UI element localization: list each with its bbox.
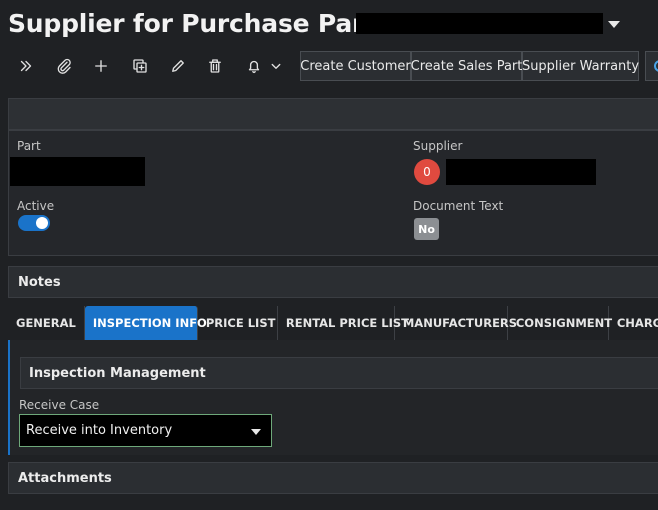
tab-general[interactable]: GENERAL (8, 306, 85, 340)
tab-rental-price-list[interactable]: RENTAL PRICE LIST (278, 306, 409, 340)
active-toggle[interactable] (18, 215, 50, 231)
link-icon (654, 60, 658, 72)
record-selector-chevron-down-icon[interactable] (608, 21, 620, 28)
tab-inspection-info[interactable]: INSPECTION INFO (84, 306, 207, 340)
part-value-redacted (10, 157, 145, 186)
inspection-management-title: Inspection Management (29, 365, 206, 381)
receive-case-label: Receive Case (19, 398, 100, 412)
chevron-down-icon (251, 429, 261, 435)
inspection-management-header[interactable]: Inspection Management (20, 357, 658, 389)
trash-icon[interactable] (203, 54, 227, 78)
supplier-warranty-button[interactable]: Supplier Warranty (522, 51, 639, 81)
overflow-button[interactable] (645, 51, 658, 81)
form-header-bar (8, 98, 658, 130)
notes-title: Notes (18, 274, 61, 290)
record-identifier-redacted (356, 13, 603, 34)
tab-charges[interactable]: CHARG (609, 306, 658, 340)
receive-case-value: Receive into Inventory (26, 423, 173, 438)
tab-price-list[interactable]: PRICE LIST (198, 306, 278, 340)
part-label: Part (17, 139, 41, 153)
pencil-icon[interactable] (166, 54, 190, 78)
notes-section-header[interactable]: Notes (8, 266, 658, 298)
chevron-down-icon[interactable] (264, 54, 288, 78)
receive-case-select[interactable]: Receive into Inventory (19, 414, 272, 447)
create-customer-button[interactable]: Create Customer (300, 51, 411, 81)
tab-bar: GENERAL INSPECTION INFO PRICE LIST RENTA… (8, 306, 658, 340)
document-text-value: No (414, 218, 439, 240)
supplier-badge[interactable]: 0 (414, 159, 440, 185)
duplicate-icon[interactable] (128, 54, 152, 78)
attachments-section-header[interactable]: Attachments (8, 462, 658, 494)
tab-manufacturers[interactable]: MANUFACTURERS (395, 306, 517, 340)
paperclip-icon[interactable] (52, 54, 76, 78)
main-form-panel (8, 130, 658, 256)
document-text-label: Document Text (413, 199, 504, 213)
page-title: Supplier for Purchase Part (8, 8, 376, 38)
page-header: Supplier for Purchase Part (8, 6, 376, 40)
create-sales-part-button[interactable]: Create Sales Part (411, 51, 522, 81)
supplier-value-redacted (446, 159, 596, 185)
bell-icon[interactable] (242, 54, 266, 78)
attachments-title: Attachments (18, 470, 112, 486)
plus-icon[interactable] (89, 54, 113, 78)
supplier-label: Supplier (413, 139, 463, 153)
active-label: Active (17, 199, 55, 213)
double-chevron-right-icon[interactable] (14, 54, 38, 78)
tab-consignment[interactable]: CONSIGNMENT (508, 306, 612, 340)
